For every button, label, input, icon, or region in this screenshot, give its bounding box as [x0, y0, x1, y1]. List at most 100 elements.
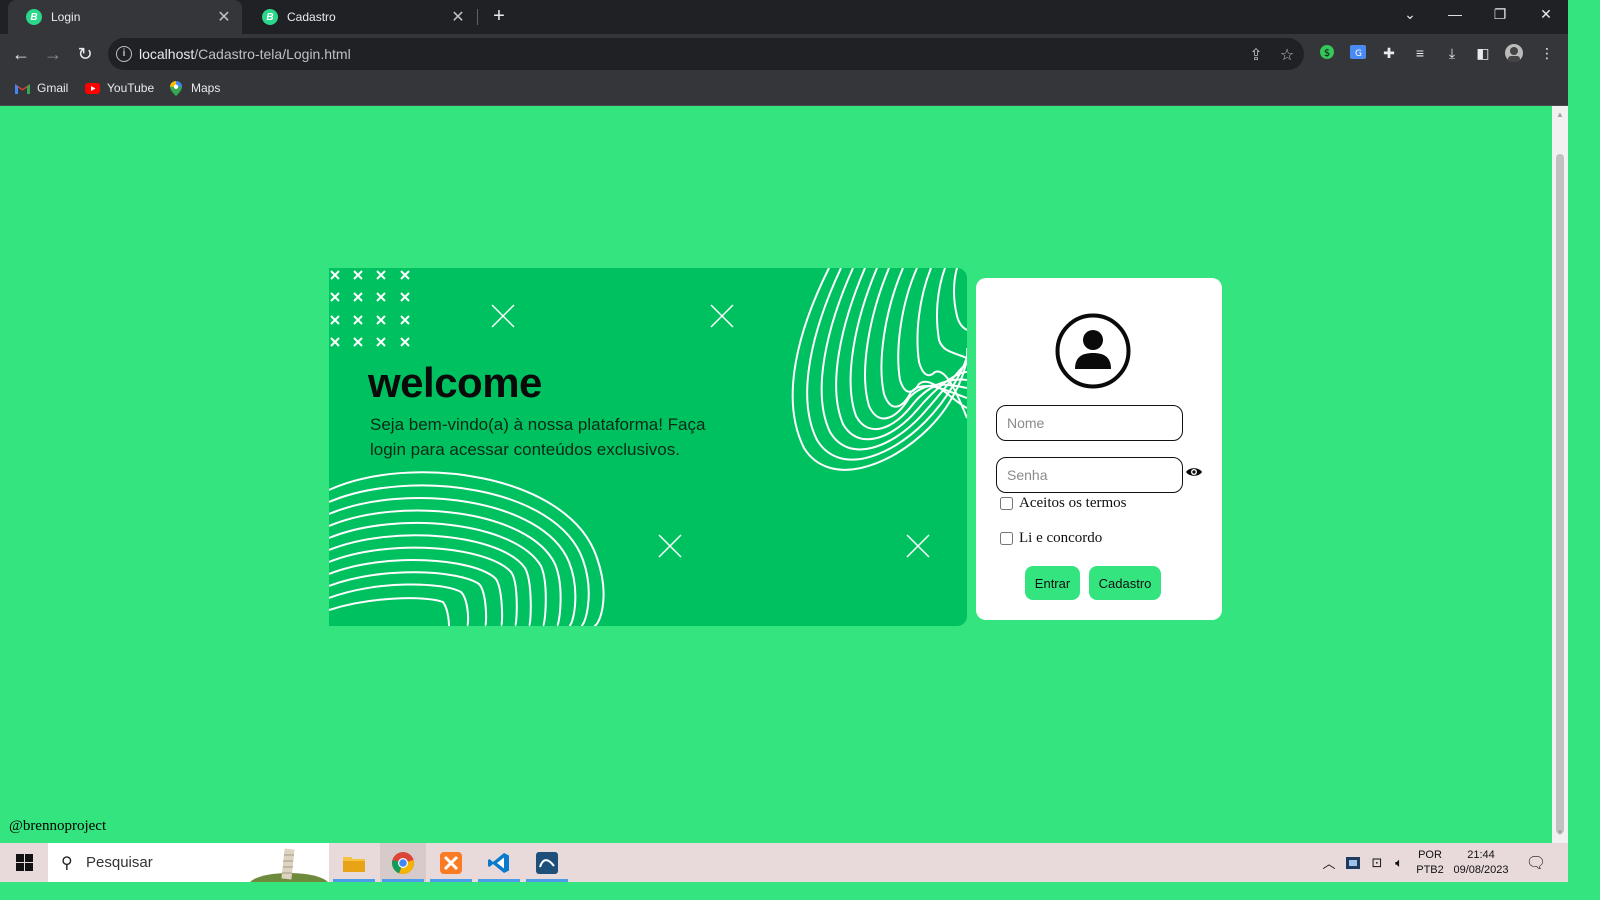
contour-lines-top-right	[791, 268, 967, 471]
restore-button[interactable]: ❐	[1490, 6, 1510, 23]
password-input[interactable]	[996, 457, 1183, 493]
vscode-icon	[488, 852, 509, 873]
browser-toolbar: ← → ↻ i localhost/Cadastro-tela/Login.ht…	[0, 34, 1568, 74]
taskbar-xampp[interactable]	[428, 843, 474, 882]
login-card: Aceitos os termos Li e concordo Entrar C…	[976, 278, 1222, 620]
contour-lines-bottom-left	[329, 471, 605, 626]
tab-login[interactable]: B Login ✕	[8, 0, 242, 34]
bookmarks-bar: Gmail YouTube Maps	[0, 74, 1568, 106]
bookmark-label: Gmail	[37, 81, 69, 95]
clock-date: 09/08/2023	[1453, 863, 1509, 876]
close-window-button[interactable]: ✕	[1536, 6, 1556, 23]
agree-checkbox-row[interactable]: Li e concordo	[1000, 530, 1102, 547]
bookmark-label: Maps	[191, 81, 221, 95]
taskbar-chrome[interactable]	[380, 843, 426, 882]
terms-checkbox-row[interactable]: Aceitos os termos	[1000, 495, 1126, 512]
welcome-heading: welcome	[368, 359, 542, 406]
close-tab-icon[interactable]: ✕	[450, 7, 466, 27]
volume-icon[interactable]: 🔈︎	[1390, 843, 1408, 882]
menu-kebab-icon[interactable]: ⋮	[1538, 44, 1556, 62]
scrollbar-thumb[interactable]	[1556, 154, 1564, 834]
tray-app-icon[interactable]	[1344, 843, 1362, 882]
minimize-button[interactable]: —	[1445, 6, 1465, 22]
name-input[interactable]	[996, 405, 1183, 441]
tab-divider	[477, 9, 478, 25]
bookmark-youtube[interactable]: YouTube	[84, 81, 154, 95]
windows-start-button[interactable]	[0, 843, 48, 882]
running-indicator	[333, 879, 375, 882]
agree-label: Li e concordo	[1019, 530, 1103, 546]
reload-button[interactable]: ↻	[74, 43, 96, 65]
url-path: /Cadastro-tela/Login.html	[194, 46, 351, 62]
terms-checkbox[interactable]	[1000, 497, 1013, 510]
clock-time: 21:44	[1467, 848, 1495, 861]
welcome-banner: welcome Seja bem-vindo(a) à nossa plataf…	[329, 268, 967, 626]
profile-avatar[interactable]	[1505, 44, 1523, 62]
show-password-eye-icon[interactable]	[1186, 466, 1202, 478]
agree-checkbox[interactable]	[1000, 532, 1013, 545]
tab-title: Cadastro	[287, 10, 336, 24]
running-indicator	[430, 879, 472, 882]
bookmark-maps[interactable]: Maps	[168, 80, 221, 96]
tab-search-chevron-icon[interactable]: ⌄	[1400, 6, 1420, 23]
signup-button[interactable]: Cadastro	[1089, 566, 1161, 600]
close-tab-icon[interactable]: ✕	[216, 7, 232, 27]
scroll-down-arrow-icon[interactable]: ▼	[1556, 828, 1564, 837]
taskbar-vscode[interactable]	[476, 843, 522, 882]
bookmark-gmail[interactable]: Gmail	[14, 81, 68, 95]
side-panel-icon[interactable]: ◧	[1474, 44, 1492, 62]
os-taskbar: ⚲ Pesquisar ︿ ⊡ 🔈︎ POR PTB2 21:44 09/08/…	[0, 843, 1568, 882]
search-highlight-illustration	[250, 848, 328, 882]
keyboard-layout: PTB2	[1416, 863, 1444, 876]
media-queue-icon[interactable]: ≡	[1411, 44, 1429, 62]
running-indicator	[382, 879, 424, 882]
page-scrollbar[interactable]: ▲ ▼	[1552, 106, 1568, 843]
url-text[interactable]: localhost/Cadastro-tela/Login.html	[139, 46, 351, 62]
welcome-description: Seja bem-vindo(a) à nossa plataforma! Fa…	[370, 415, 706, 459]
download-icon[interactable]: ⤓	[1443, 44, 1461, 62]
enter-button[interactable]: Entrar	[1025, 566, 1080, 600]
chrome-icon	[392, 851, 414, 874]
scroll-up-arrow-icon[interactable]: ▲	[1556, 110, 1564, 119]
gmail-icon	[14, 81, 30, 95]
tab-cadastro[interactable]: B Cadastro ✕	[244, 0, 476, 34]
network-icon[interactable]: ⊡	[1368, 843, 1386, 882]
youtube-icon	[84, 81, 100, 95]
extensions-puzzle-icon[interactable]: ✚	[1380, 44, 1398, 62]
terms-label: Aceitos os termos	[1019, 495, 1127, 511]
tab-strip: B Login ✕ B Cadastro ✕ + ⌄ — ❐ ✕	[0, 0, 1568, 34]
google-translate-icon[interactable]: G	[1349, 44, 1367, 62]
file-explorer-icon	[343, 856, 365, 872]
svg-text:$: $	[1324, 48, 1330, 59]
x-pattern-grid	[330, 270, 410, 347]
taskbar-clock[interactable]: 21:44 09/08/2023	[1450, 843, 1512, 882]
running-indicator	[526, 879, 568, 882]
taskbar-file-explorer[interactable]	[331, 843, 377, 882]
language-indicator[interactable]: POR PTB2	[1414, 843, 1446, 882]
bookmark-star-icon[interactable]: ☆	[1278, 45, 1296, 65]
notifications-icon[interactable]: 🗨︎	[1524, 843, 1548, 882]
tab-favicon: B	[26, 9, 42, 25]
search-icon: ⚲	[61, 855, 73, 872]
taskbar-mysql-workbench[interactable]	[524, 843, 570, 882]
extension-green-icon[interactable]: $	[1318, 44, 1336, 62]
address-bar[interactable]: i localhost/Cadastro-tela/Login.html ⇪ ☆	[108, 38, 1304, 70]
language-code: POR	[1418, 848, 1442, 861]
svg-text:G: G	[1355, 49, 1362, 59]
tray-chevron-up-icon[interactable]: ︿	[1320, 843, 1338, 882]
tab-favicon: B	[262, 9, 278, 25]
new-tab-button[interactable]: +	[489, 6, 509, 26]
bookmark-label: YouTube	[107, 81, 155, 95]
back-button[interactable]: ←	[10, 43, 32, 65]
page-content: welcome Seja bem-vindo(a) à nossa plataf…	[0, 106, 1552, 843]
credit-text: @brennoproject	[9, 818, 107, 834]
running-indicator	[478, 879, 520, 882]
xampp-icon	[440, 851, 462, 874]
search-placeholder: Pesquisar	[86, 854, 153, 871]
share-icon[interactable]: ⇪	[1247, 45, 1265, 65]
forward-button[interactable]: →	[42, 43, 64, 65]
site-info-icon[interactable]: i	[116, 46, 132, 62]
url-host: localhost	[139, 46, 195, 62]
tab-title: Login	[51, 10, 81, 24]
taskbar-search-box[interactable]: ⚲ Pesquisar	[48, 843, 329, 882]
